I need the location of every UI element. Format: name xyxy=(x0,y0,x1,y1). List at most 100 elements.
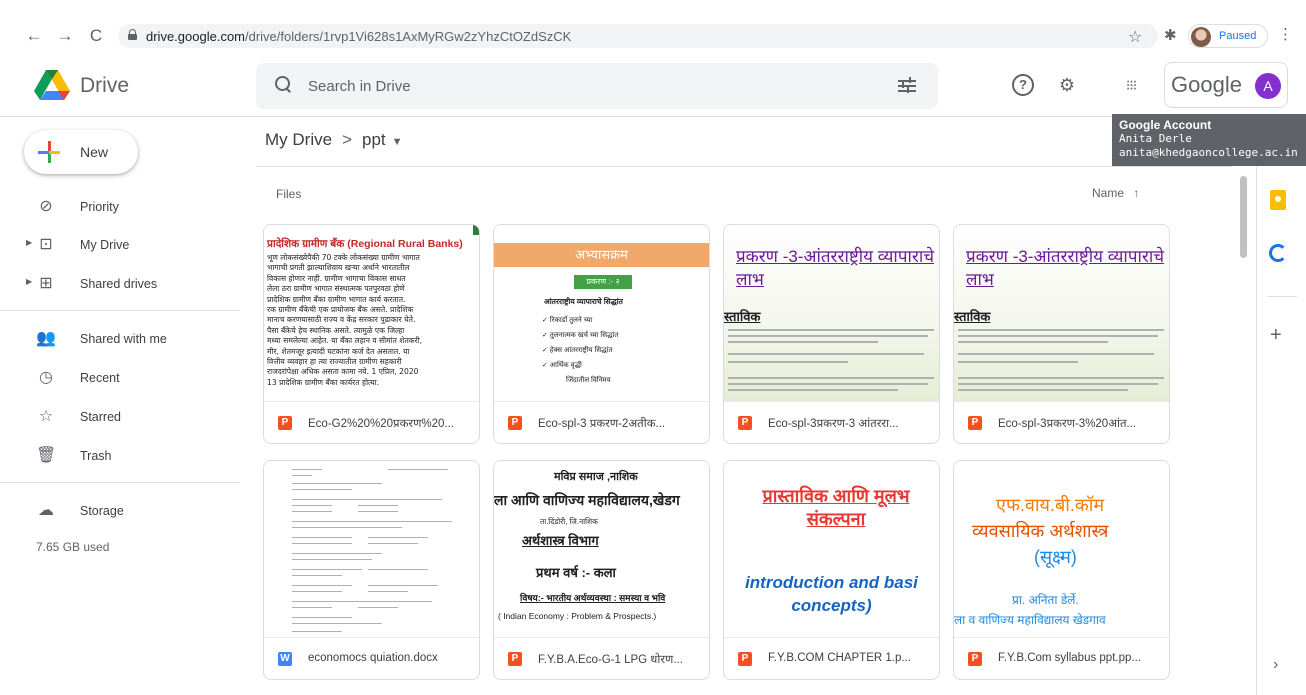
lock-icon xyxy=(128,29,137,40)
help-icon[interactable]: ? xyxy=(1012,74,1034,96)
slides-file-icon: P xyxy=(278,416,292,430)
thumb-subtitle: आंतरराष्ट्रीय व्यापाराचे सिद्धांत xyxy=(544,297,623,306)
sidebar-item-label: Trash xyxy=(80,449,112,463)
file-name: F.Y.B.Com syllabus ppt.pp... xyxy=(998,652,1141,664)
expand-caret-icon[interactable]: ▶ xyxy=(26,238,32,247)
file-card[interactable]: प्रास्ताविक आणि मूलभ संकल्पना introducti… xyxy=(723,460,940,680)
add-addon-plus-icon[interactable]: + xyxy=(1270,324,1282,347)
url-text: drive.google.com/drive/folders/1rvp1Vi62… xyxy=(146,29,572,44)
sidebar-item-shared-drives[interactable]: ▶ ⊞ Shared drives xyxy=(22,269,232,299)
file-thumbnail: प्रकरण -3-आंतरराष्ट्रीय व्यापाराचे लाभ स… xyxy=(954,225,1169,401)
thumb-title: प्रकरण -3-आंतरराष्ट्रीय व्यापाराचे लाभ xyxy=(966,247,1165,289)
drive-logo-icon[interactable] xyxy=(34,70,70,100)
browser-profile-button[interactable]: Paused xyxy=(1188,24,1268,48)
sort-by-name-button[interactable]: Name ↑ xyxy=(1092,186,1139,200)
rail-divider xyxy=(1267,296,1297,297)
trash-icon: 🗑 xyxy=(36,447,57,464)
bookmark-star-icon[interactable]: ☆ xyxy=(1128,27,1142,47)
apps-grid-icon[interactable]: ⁝⁝⁝ xyxy=(1120,74,1142,96)
sidebar-item-label: Shared drives xyxy=(80,277,158,291)
extensions-puzzle-icon[interactable]: ✱ xyxy=(1164,26,1177,44)
thumb-line: प्रा. अनिता डेर्ले. xyxy=(1012,593,1079,607)
tasks-icon[interactable] xyxy=(1269,244,1287,262)
sidebar-item-label: Starred xyxy=(80,410,121,424)
vertical-scrollbar[interactable] xyxy=(1240,176,1247,258)
profile-status: Paused xyxy=(1219,30,1257,42)
new-button[interactable]: New xyxy=(24,130,138,174)
slides-file-icon: P xyxy=(968,416,982,430)
shared-with-me-icon: 👥 xyxy=(36,330,56,347)
thumb-tag: प्रकरण :- २ xyxy=(574,275,632,289)
file-name: Eco-G2%20%20प्रकरण%20... xyxy=(308,418,455,430)
file-name: Eco-spl-3प्रकरण-3%20आंत... xyxy=(998,418,1137,430)
breadcrumb-my-drive[interactable]: My Drive xyxy=(265,130,332,149)
file-name: economocs quiation.docx xyxy=(308,652,438,664)
sidebar-item-storage[interactable]: ☁ Storage xyxy=(22,496,232,526)
profile-avatar xyxy=(1191,27,1211,47)
file-card[interactable]: अभ्यासक्रम प्रकरण :- २ आंतरराष्ट्रीय व्य… xyxy=(493,224,710,444)
sort-label: Name xyxy=(1092,186,1125,200)
storage-used-text: 7.65 GB used xyxy=(36,540,110,554)
breadcrumb-current-folder[interactable]: ppt xyxy=(362,130,386,149)
account-avatar[interactable]: A xyxy=(1255,73,1281,99)
file-card[interactable]: एफ.वाय.बी.कॉम व्यवसायिक अर्थशास्त्र (सूक… xyxy=(953,460,1170,680)
file-card-footer: P Eco-G2%20%20प्रकरण%20... xyxy=(264,401,479,443)
search-options-icon[interactable] xyxy=(898,77,918,95)
slides-file-icon: P xyxy=(968,652,982,666)
thumb-line: एफ.वाय.बी.कॉम xyxy=(996,495,1105,515)
sidebar-item-shared-with-me[interactable]: 👥 Shared with me xyxy=(22,324,232,354)
search-input[interactable] xyxy=(308,75,868,97)
thumb-title: प्रादेशिक ग्रामीण बँक (Regional Rural Ba… xyxy=(267,238,463,250)
search-bar[interactable] xyxy=(256,63,938,109)
slides-file-icon: P xyxy=(508,416,522,430)
file-card-footer: P Eco-spl-3प्रकरण-3 आंतररा... xyxy=(724,401,939,443)
sidebar-item-label: My Drive xyxy=(80,238,130,252)
files-section-label: Files xyxy=(276,187,302,201)
browser-menu-icon[interactable]: ⋮ xyxy=(1278,25,1293,43)
cloud-icon: ☁ xyxy=(38,502,54,519)
file-card-footer: P Eco-spl-3 प्रकरण-2अतीक... xyxy=(494,401,709,443)
sidebar-item-label: Shared with me xyxy=(80,332,167,346)
breadcrumb-divider xyxy=(256,166,1232,167)
file-thumbnail: एफ.वाय.बी.कॉम व्यवसायिक अर्थशास्त्र (सूक… xyxy=(954,461,1169,637)
file-card[interactable]: प्रकरण -3-आंतरराष्ट्रीय व्यापाराचे लाभ स… xyxy=(953,224,1170,444)
drive-brand-label[interactable]: Drive xyxy=(80,74,129,98)
file-thumbnail: अभ्यासक्रम प्रकरण :- २ आंतरराष्ट्रीय व्य… xyxy=(494,225,709,401)
thumb-subtitle: introduction and basi concepts) xyxy=(745,573,918,615)
docs-file-icon: W xyxy=(278,652,292,666)
keep-icon[interactable] xyxy=(1270,190,1286,210)
breadcrumb-separator: > xyxy=(342,130,352,149)
file-name: F.Y.B.A.Eco-G-1 LPG धोरण... xyxy=(538,654,683,666)
thumb-corner-accent xyxy=(473,225,479,235)
chevron-right-icon[interactable]: › xyxy=(1273,656,1278,674)
settings-gear-icon[interactable]: ⚙ xyxy=(1056,74,1078,96)
file-card[interactable]: मविप्र समाज ,नाशिक ला आणि वाणिज्य महाविद… xyxy=(493,460,710,680)
sidebar-item-trash[interactable]: 🗑 Trash xyxy=(22,441,232,471)
breadcrumb: My Drive > ppt ▼ xyxy=(265,130,403,150)
thumb-line: व्यवसायिक अर्थशास्त्र xyxy=(972,521,1109,541)
search-icon[interactable] xyxy=(274,75,294,95)
sidebar-item-label: Priority xyxy=(80,200,119,214)
thumb-line: अर्थशास्त्र विभाग xyxy=(522,533,599,548)
address-bar[interactable]: drive.google.com/drive/folders/1rvp1Vi62… xyxy=(118,24,1158,48)
forward-arrow-icon[interactable]: → xyxy=(55,26,75,46)
google-account-button[interactable]: Google A xyxy=(1164,62,1288,108)
file-name: F.Y.B.COM CHAPTER 1.p... xyxy=(768,652,911,664)
sidebar-item-starred[interactable]: ☆ Starred xyxy=(22,402,232,432)
file-card[interactable]: प्रकरण -3-आंतरराष्ट्रीय व्यापाराचे लाभ स… xyxy=(723,224,940,444)
thumb-line: ( Indian Economy : Problem & Prospects.) xyxy=(498,611,657,621)
side-panel-rail: + › xyxy=(1256,116,1306,695)
file-card-footer: W economocs quiation.docx xyxy=(264,637,479,679)
thumb-line: मविप्र समाज ,नाशिक xyxy=(554,471,638,483)
file-card[interactable]: प्रादेशिक ग्रामीण बँक (Regional Rural Ba… xyxy=(263,224,480,444)
expand-caret-icon[interactable]: ▶ xyxy=(26,277,32,286)
sort-arrow-up-icon[interactable]: ↑ xyxy=(1133,186,1139,200)
folder-dropdown-icon[interactable]: ▼ xyxy=(392,136,403,148)
back-arrow-icon[interactable]: ← xyxy=(24,26,44,46)
reload-icon[interactable]: C xyxy=(86,26,106,46)
sidebar-item-priority[interactable]: ⊘ Priority xyxy=(22,192,232,222)
sidebar-item-my-drive[interactable]: ▶ ⊡ My Drive xyxy=(22,230,232,260)
sidebar-item-recent[interactable]: ◷ Recent xyxy=(22,363,232,393)
thumb-line: ला आणि वाणिज्य महाविद्यालय,खेडग xyxy=(494,492,680,508)
file-card[interactable]: W economocs quiation.docx xyxy=(263,460,480,680)
